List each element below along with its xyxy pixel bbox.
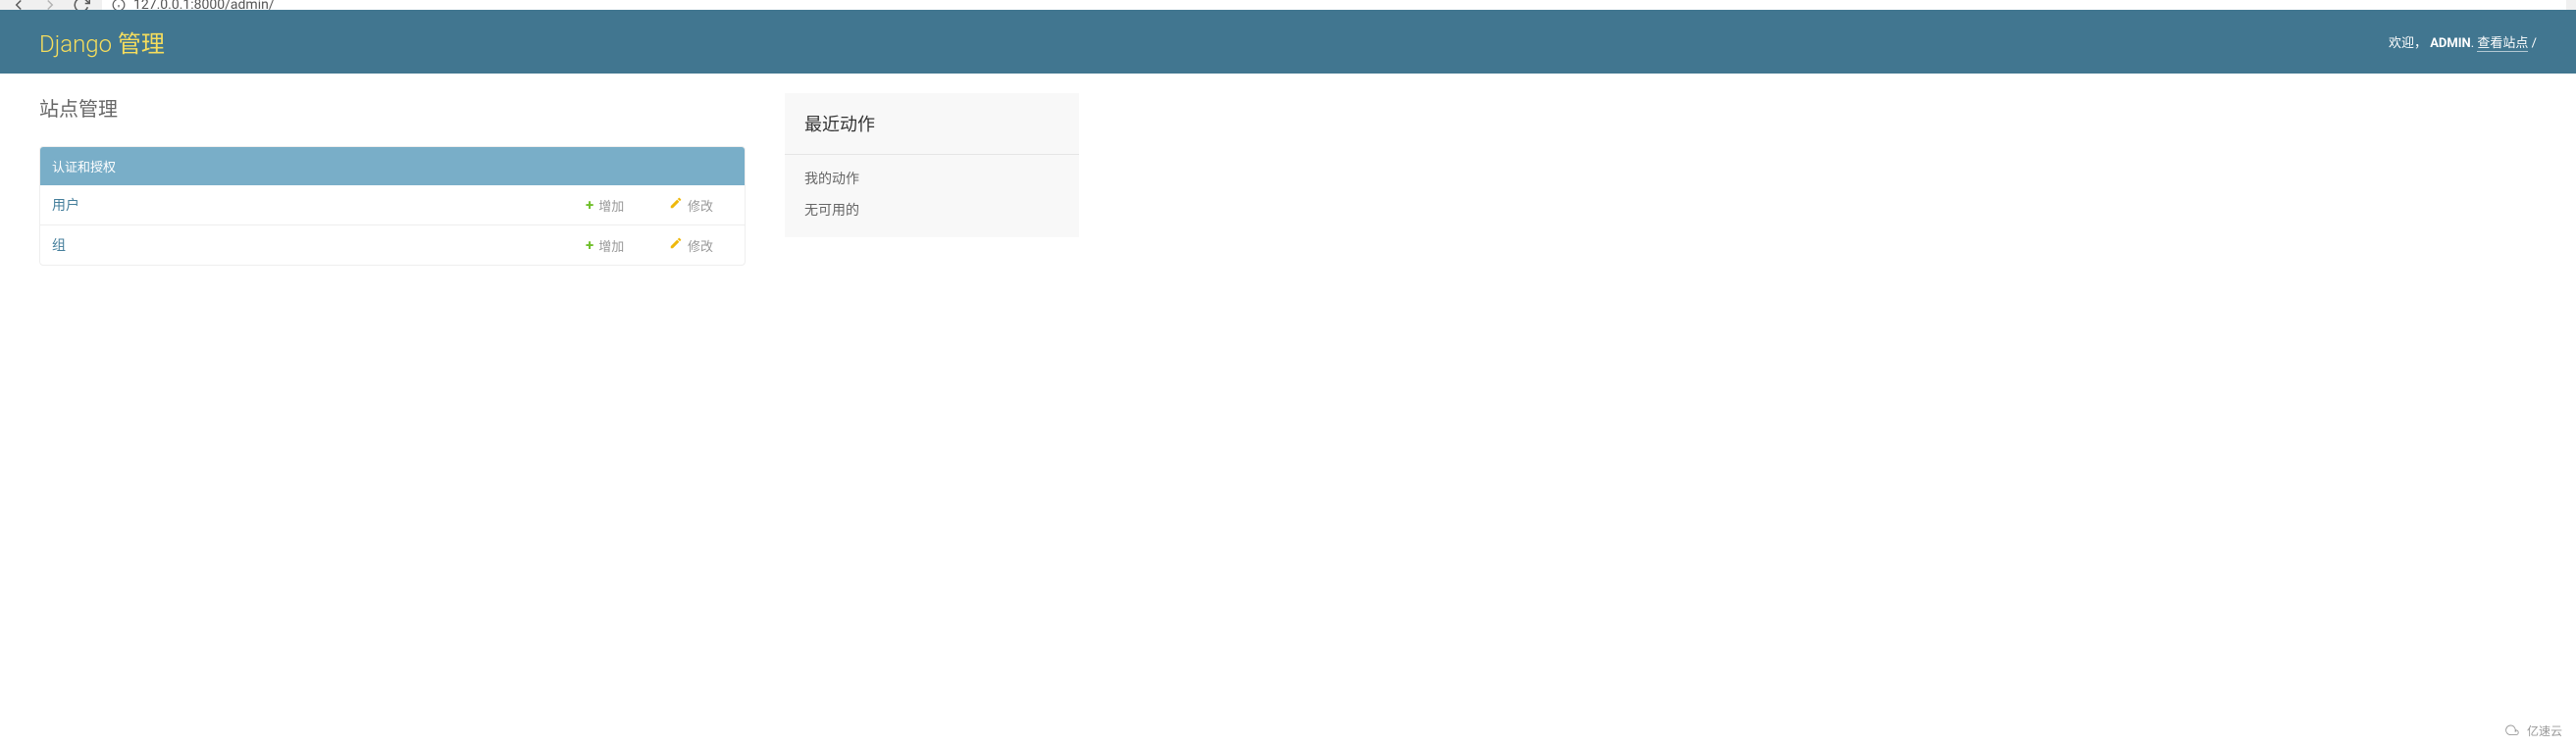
branding[interactable]: Django 管理 <box>39 25 165 59</box>
plus-icon: + <box>586 196 593 214</box>
info-icon <box>112 0 126 10</box>
change-link-groups[interactable]: 修改 <box>669 236 733 255</box>
view-site-link[interactable]: 查看站点 <box>2477 36 2528 52</box>
plus-icon: + <box>586 236 593 254</box>
browser-nav-icons <box>10 0 90 10</box>
cloud-icon <box>2505 724 2523 738</box>
forward-icon[interactable] <box>41 0 59 10</box>
back-icon[interactable] <box>10 0 27 10</box>
add-label: 增加 <box>598 196 624 215</box>
actions-empty-text: 无可用的 <box>785 194 1079 237</box>
username: ADMIN <box>2430 36 2471 51</box>
model-row-groups: 组 + 增加 修改 <box>40 225 745 265</box>
browser-bar: 127.0.0.1:8000/admin/ <box>0 0 2576 10</box>
reload-icon[interactable] <box>73 0 90 10</box>
change-label: 修改 <box>688 196 713 215</box>
recent-actions-module: 最近动作 我的动作 无可用的 <box>785 93 1079 237</box>
app-name: 认证和授权 <box>52 161 116 175</box>
pencil-icon <box>669 236 683 254</box>
add-link-users[interactable]: + 增加 <box>586 196 649 215</box>
content: 站点管理 认证和授权 用户 + 增加 修改 <box>0 74 2576 285</box>
main-column: 站点管理 认证和授权 用户 + 增加 修改 <box>39 93 746 266</box>
my-actions-subtitle: 我的动作 <box>785 155 1079 194</box>
add-label: 增加 <box>598 236 624 255</box>
separator: / <box>2528 36 2537 51</box>
watermark-text: 亿速云 <box>2527 722 2562 739</box>
app-module: 认证和授权 用户 + 增加 修改 组 + <box>39 146 746 266</box>
add-link-groups[interactable]: + 增加 <box>586 236 649 255</box>
change-label: 修改 <box>688 236 713 255</box>
sidebar: 最近动作 我的动作 无可用的 <box>785 93 1079 266</box>
header: Django 管理 欢迎， ADMIN. 查看站点 / <box>0 10 2576 74</box>
change-link-users[interactable]: 修改 <box>669 196 733 215</box>
app-header[interactable]: 认证和授权 <box>40 147 745 185</box>
model-link-groups[interactable]: 组 <box>52 235 566 255</box>
page-title: 站点管理 <box>39 93 746 122</box>
welcome-text: 欢迎， <box>2389 36 2427 51</box>
user-tools: 欢迎， ADMIN. 查看站点 / <box>2389 32 2537 51</box>
url-text: 127.0.0.1:8000/admin/ <box>133 0 275 10</box>
model-row-users: 用户 + 增加 修改 <box>40 185 745 225</box>
watermark: 亿速云 <box>2505 722 2562 739</box>
pencil-icon <box>669 196 683 214</box>
model-link-users[interactable]: 用户 <box>52 195 566 215</box>
url-bar[interactable]: 127.0.0.1:8000/admin/ <box>102 0 2566 10</box>
recent-actions-title: 最近动作 <box>785 93 1079 155</box>
